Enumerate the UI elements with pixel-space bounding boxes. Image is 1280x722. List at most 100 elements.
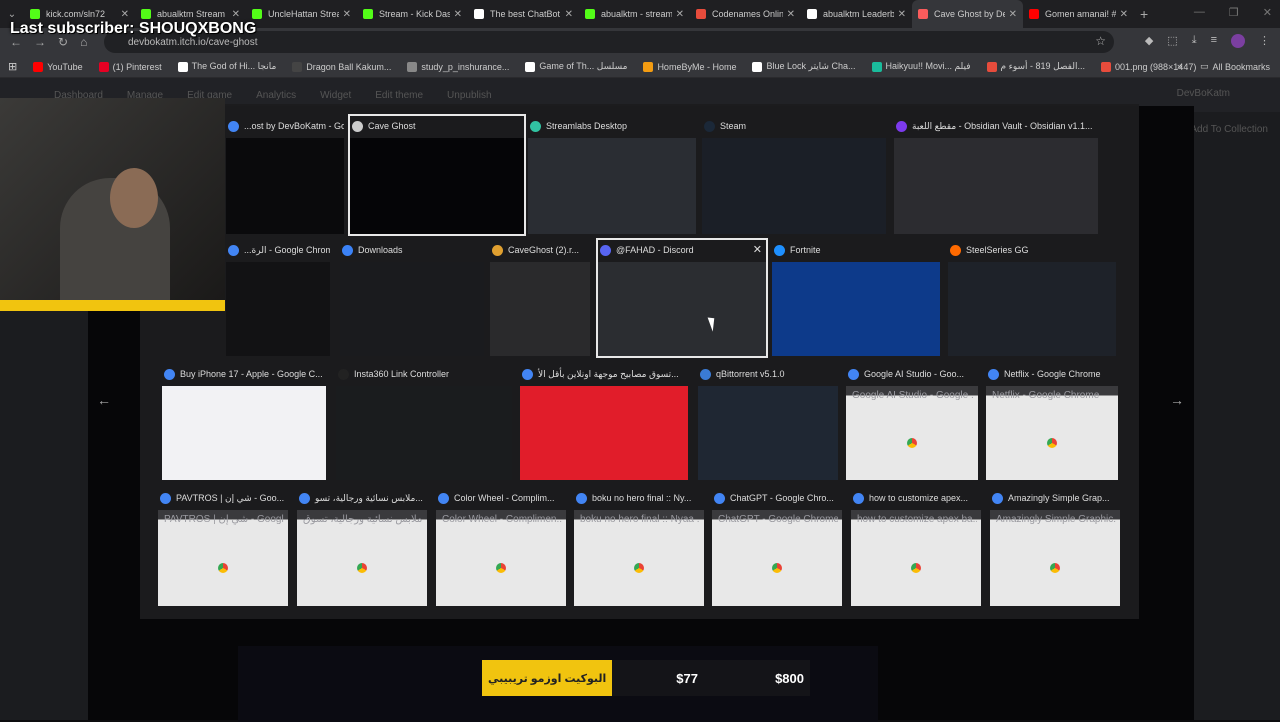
tab-3[interactable]: Stream - Kick Das ✕ — [357, 0, 468, 28]
next-arrow-icon[interactable]: → — [1170, 392, 1184, 408]
switcher-window-header: qBittorrent v5.1.0 — [698, 364, 838, 384]
bookmark-8[interactable]: Haikyuu!! Movi... فيلم — [871, 61, 971, 72]
switcher-window-row2-3[interactable]: @FAHAD - Discord ✕ — [596, 238, 768, 358]
tab-title: abualktm Stream — [157, 9, 226, 19]
switcher-window-row1-3[interactable]: Steam — [702, 116, 886, 234]
switcher-window-row2-0[interactable]: ...الرة - Google Chrome — [226, 240, 330, 356]
app-icon — [160, 492, 171, 504]
bookmark-3[interactable]: Dragon Ball Kakum... — [292, 61, 391, 72]
switcher-window-row3-3[interactable]: qBittorrent v5.1.0 — [698, 364, 838, 480]
switcher-window-row3-5[interactable]: Netflix - Google Chrome Netflix - Google … — [986, 364, 1118, 480]
switcher-window-row1-2[interactable]: Streamlabs Desktop — [528, 116, 696, 234]
bookmark-0[interactable]: YouTube — [33, 61, 83, 72]
tab-close-icon[interactable]: ✕ — [343, 9, 351, 20]
chrome-icon — [911, 562, 921, 573]
switcher-window-row2-4[interactable]: Fortnite — [772, 240, 940, 356]
bookmarks-bar: ⊞ YouTube (1) Pinterest The God of Hi... م… — [0, 56, 1280, 78]
window-thumbnail: boku no hero final :: Nyaa ... — [574, 510, 704, 606]
menu-icon[interactable]: ⋮ — [1259, 34, 1270, 48]
bookmark-7[interactable]: Blue Lock شايتر Cha... — [752, 61, 856, 72]
switcher-window-row2-2[interactable]: CaveGhost (2).r... — [490, 240, 590, 356]
tab-close-icon[interactable]: ✕ — [787, 9, 795, 20]
bookmark-star-icon[interactable]: ☆ — [1095, 34, 1106, 48]
bookmark-10[interactable]: 001.png (988×1447) — [1101, 61, 1196, 72]
switcher-window-row1-4[interactable]: مقطع اللعبة - Obsidian Vault - Obsidian … — [894, 116, 1098, 234]
switcher-window-row4-6[interactable]: Amazingly Simple Grap... Amazingly Simple… — [990, 488, 1120, 606]
bookmarks-overflow-icon[interactable]: » — [1177, 61, 1182, 71]
bookmark-6[interactable]: HomeByMe - Home — [643, 61, 736, 72]
app-icon — [774, 244, 785, 256]
tab-close-icon[interactable]: ✕ — [1120, 9, 1128, 20]
close-window-icon[interactable]: ✕ — [1263, 6, 1272, 19]
switcher-window-header: Amazingly Simple Grap... — [990, 488, 1120, 508]
new-tab-button[interactable]: + — [1140, 6, 1148, 22]
bookmark-favicon-icon — [752, 61, 763, 72]
tab-close-icon[interactable]: ✕ — [232, 9, 240, 20]
bookmark-favicon-icon — [525, 61, 536, 72]
download-icon[interactable]: ⤓ — [1192, 34, 1197, 48]
window-controls: — ❐ ✕ — [1194, 6, 1272, 19]
tab-close-icon[interactable]: ✕ — [898, 9, 906, 20]
tab-title: kick.com/sln72 — [46, 9, 106, 19]
switcher-window-row4-1[interactable]: ملابس نسائية ورجالية، تسو... ملابس نسائية… — [297, 488, 427, 606]
tab-6[interactable]: Codenames Onlin ✕ — [690, 0, 801, 28]
switcher-window-title: Streamlabs Desktop — [546, 121, 628, 131]
tab-close-icon[interactable]: ✕ — [121, 9, 129, 20]
switcher-window-row3-4[interactable]: Google AI Studio - Goo... Google AI Studi… — [846, 364, 978, 480]
switcher-window-row2-1[interactable]: Downloads — [340, 240, 484, 356]
tab-7[interactable]: abualktm Leaderb ✕ — [801, 0, 912, 28]
add-to-collection-button[interactable]: Add To Collection — [1190, 124, 1268, 135]
tab-2[interactable]: UncleHattan Strea ✕ — [246, 0, 357, 28]
profile-avatar[interactable] — [1231, 34, 1245, 48]
window-thumbnail — [948, 262, 1116, 356]
thumbnail-title: Color Wheel - Complimen... — [442, 514, 562, 525]
tab-8[interactable]: Cave Ghost by De ✕ — [912, 0, 1023, 28]
switcher-window-row2-5[interactable]: SteelSeries GG — [948, 240, 1116, 356]
tab-close-icon[interactable]: ✕ — [565, 9, 573, 20]
bookmark-2[interactable]: The God of Hi... مانجا — [177, 61, 276, 72]
switcher-window-header: boku no hero final :: Ny... — [574, 488, 704, 508]
chrome-icon — [772, 562, 782, 573]
tab-close-icon[interactable]: ✕ — [676, 9, 684, 20]
all-bookmarks-button[interactable]: ▭ All Bookmarks — [1200, 61, 1270, 72]
switcher-window-row4-2[interactable]: Color Wheel - Complim... Color Wheel - Co… — [436, 488, 566, 606]
switcher-window-row4-4[interactable]: ChatGPT - Google Chro... ChatGPT - Google… — [712, 488, 842, 606]
folder-icon: ▭ — [1199, 61, 1209, 71]
prev-arrow-icon[interactable]: ← — [97, 392, 111, 408]
close-window-icon[interactable]: ✕ — [753, 243, 762, 256]
app-icon — [164, 368, 175, 380]
tab-4[interactable]: The best ChatBot ✕ — [468, 0, 579, 28]
bookmark-5[interactable]: Game of Th... مسلسل — [525, 61, 627, 72]
app-icon — [352, 120, 363, 132]
bookmark-4[interactable]: study_p_inshurance... — [407, 61, 509, 72]
tab-close-icon[interactable]: ✕ — [454, 9, 462, 20]
bookmark-1[interactable]: (1) Pinterest — [98, 61, 162, 72]
minimize-icon[interactable]: — — [1194, 6, 1205, 19]
tab-5[interactable]: abualktm - stream ✕ — [579, 0, 690, 28]
puzzle-icon[interactable]: ⬚ — [1167, 34, 1177, 48]
switcher-window-row3-1[interactable]: Insta360 Link Controller — [336, 364, 512, 480]
tab-favicon-icon — [141, 9, 151, 19]
extension-icon[interactable]: ◆ — [1145, 34, 1153, 48]
maximize-icon[interactable]: ❐ — [1229, 6, 1239, 19]
switcher-window-row4-3[interactable]: boku no hero final :: Ny... boku no hero … — [574, 488, 704, 606]
switcher-window-title: تسوق مصابيح موجهة اونلاين بأقل الأ... — [538, 368, 679, 379]
tab-close-icon[interactable]: ✕ — [1009, 9, 1017, 20]
itch-user[interactable]: DevBoKatm — [1177, 88, 1230, 99]
media-icon[interactable]: ≡ — [1211, 34, 1217, 48]
switcher-window-row4-5[interactable]: how to customize apex... how to customize… — [851, 488, 981, 606]
bookmark-label: Dragon Ball Kakum... — [306, 61, 392, 72]
switcher-window-row3-0[interactable]: Buy iPhone 17 - Apple - Google C... — [162, 364, 326, 480]
bookmark-favicon-icon — [643, 61, 654, 72]
tab-title: The best ChatBot — [490, 9, 561, 19]
bookmark-9[interactable]: الفصل 819 - أسوء م... — [986, 61, 1085, 72]
window-thumbnail: ملابس نسائية ورجالية، تسوق — [297, 510, 427, 606]
switcher-window-row1-1[interactable]: Cave Ghost — [348, 114, 526, 236]
switcher-window-row4-0[interactable]: PAVTROS | شي إن - Goo... PAVTROS | شي إن … — [158, 488, 288, 606]
apps-grid-icon[interactable]: ⊞ — [8, 60, 17, 73]
tab-9[interactable]: Gomen amanai! # ✕ — [1023, 0, 1134, 28]
switcher-window-row3-2[interactable]: تسوق مصابيح موجهة اونلاين بأقل الأ... — [520, 364, 688, 480]
bookmark-label: الفصل 819 - أسوء م... — [1000, 61, 1085, 71]
app-icon — [228, 244, 239, 256]
switcher-window-row1-0[interactable]: ...ost by DevBoKatm - Goog... — [226, 116, 344, 234]
